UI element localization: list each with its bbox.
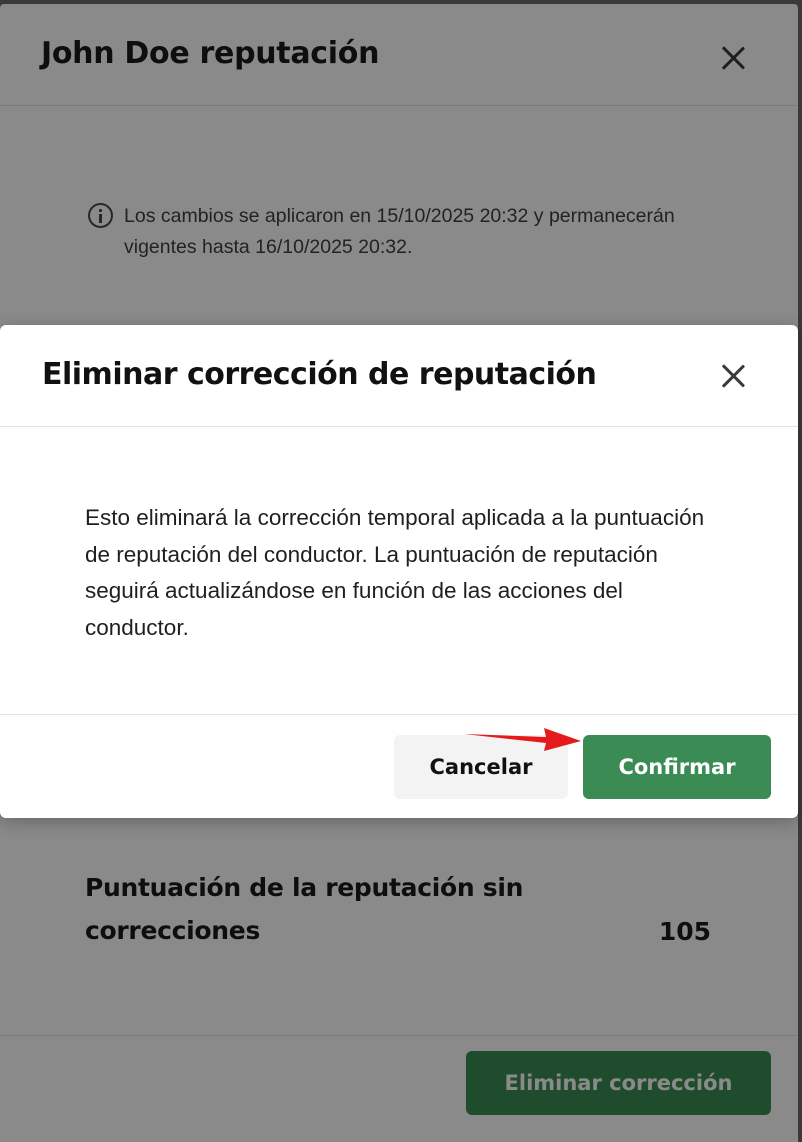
close-icon[interactable] [719,362,747,390]
remove-correction-dialog: Eliminar corrección de reputación Esto e… [0,325,798,818]
annotation-arrow-icon [464,728,581,751]
dialog-body-text: Esto eliminará la corrección temporal ap… [85,505,705,640]
dialog-header: Eliminar corrección de reputación [0,325,798,427]
dialog-title: Eliminar corrección de reputación [42,357,597,392]
confirm-button[interactable]: Confirmar [583,735,771,799]
